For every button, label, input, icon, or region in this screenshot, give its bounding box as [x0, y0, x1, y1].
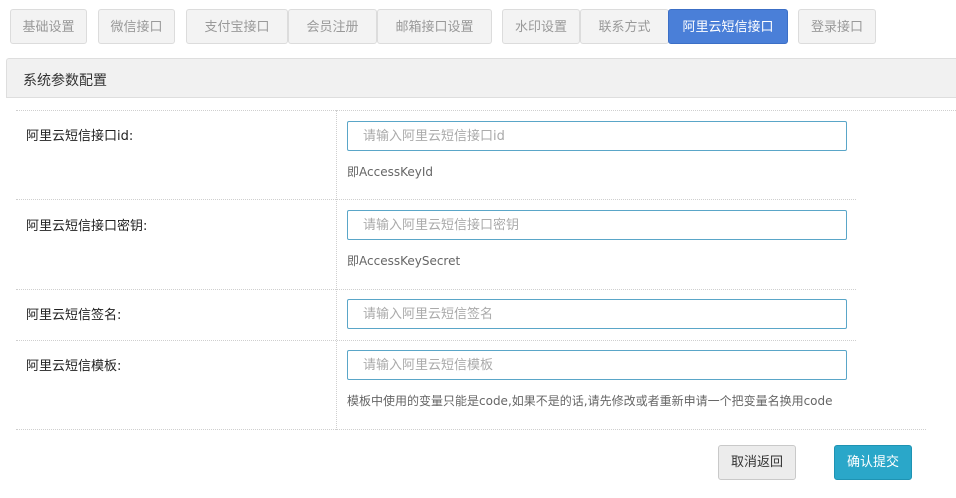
field-label-sms-template: 阿里云短信模板: — [26, 359, 122, 374]
panel-header: 系统参数配置 — [6, 58, 956, 98]
row-divider — [16, 429, 926, 430]
tab-watermark-settings[interactable]: 水印设置 — [502, 9, 580, 44]
panel-title: 系统参数配置 — [23, 73, 107, 89]
row-divider — [16, 199, 856, 200]
row-divider — [16, 340, 856, 341]
sms-id-input[interactable] — [347, 121, 847, 151]
tab-contact[interactable]: 联系方式 — [580, 9, 669, 44]
sms-sign-input[interactable] — [347, 299, 847, 329]
tab-wechat-api[interactable]: 微信接口 — [98, 9, 175, 44]
field-label-sms-sign: 阿里云短信签名: — [26, 308, 122, 323]
help-text-sms-id: 即AccessKeyId — [347, 165, 433, 179]
row-divider — [16, 289, 856, 290]
form-top-divider — [16, 110, 956, 111]
help-text-sms-secret: 即AccessKeySecret — [347, 254, 461, 268]
tab-aliyun-sms[interactable]: 阿里云短信接口 — [668, 9, 788, 44]
tab-member-register[interactable]: 会员注册 — [288, 9, 377, 44]
submit-button[interactable]: 确认提交 — [834, 445, 912, 480]
cancel-button[interactable]: 取消返回 — [718, 445, 796, 480]
tab-alipay-api[interactable]: 支付宝接口 — [186, 9, 288, 44]
form-column-divider — [336, 110, 337, 430]
tab-login-api[interactable]: 登录接口 — [798, 9, 876, 44]
tab-email-settings[interactable]: 邮箱接口设置 — [377, 9, 492, 44]
sms-secret-input[interactable] — [347, 210, 847, 240]
field-label-sms-secret: 阿里云短信接口密钥: — [26, 219, 148, 234]
sms-template-input[interactable] — [347, 350, 847, 380]
tab-basic-settings[interactable]: 基础设置 — [10, 9, 87, 44]
field-label-sms-id: 阿里云短信接口id: — [26, 129, 134, 144]
help-text-sms-template: 模板中使用的变量只能是code,如果不是的话,请先修改或者重新申请一个把变量名换… — [347, 394, 833, 408]
